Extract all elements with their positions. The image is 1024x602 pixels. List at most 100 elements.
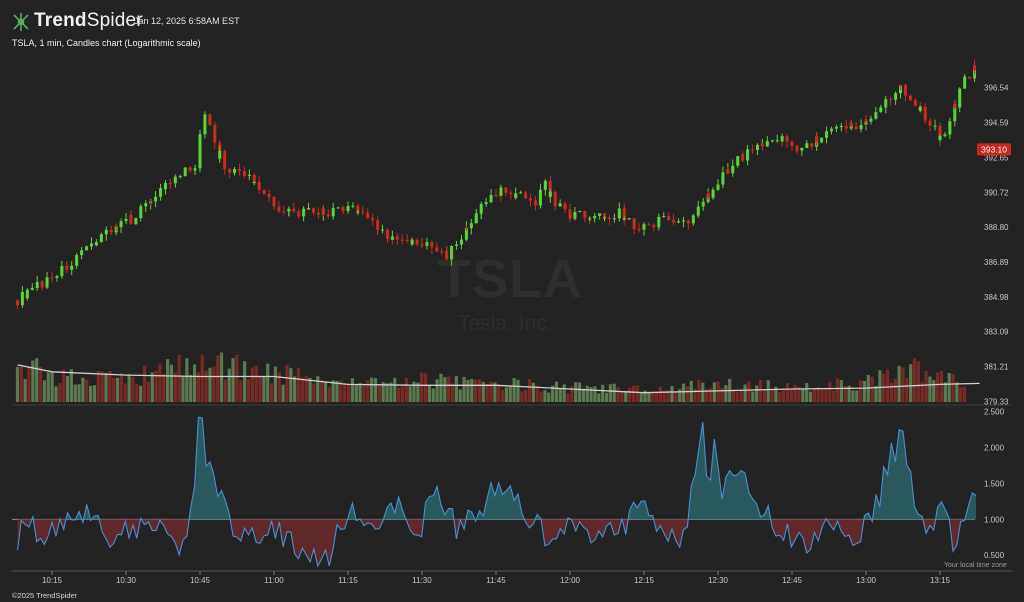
candle-body xyxy=(741,154,745,161)
candle-body xyxy=(746,149,750,161)
candle-body xyxy=(297,211,301,217)
oscillator-tick-label: 1.500 xyxy=(984,479,1005,488)
candle-body xyxy=(800,147,804,151)
candle-body xyxy=(553,191,557,207)
candle-body xyxy=(652,224,656,228)
candle-body xyxy=(514,193,518,198)
volume-bar xyxy=(601,384,605,402)
time-tick-label: 10:15 xyxy=(42,576,63,585)
candle-body xyxy=(795,150,799,152)
candle-body xyxy=(691,215,695,219)
volume-bar xyxy=(901,367,905,402)
candle-body xyxy=(469,223,473,229)
candle-body xyxy=(760,143,764,147)
oscillator-panel xyxy=(12,416,977,568)
volume-bar xyxy=(855,390,859,402)
volume-bar xyxy=(420,372,424,402)
volume-bar xyxy=(100,371,104,402)
candle-body xyxy=(464,227,468,229)
candle-body xyxy=(637,229,641,231)
candle-body xyxy=(35,282,39,288)
volume-bar xyxy=(92,385,97,402)
candle-body xyxy=(696,206,700,216)
volume-bar xyxy=(31,360,35,402)
volume-bar xyxy=(81,377,85,402)
candle-body xyxy=(617,208,621,219)
candle-body xyxy=(287,208,291,211)
volume-bar xyxy=(293,376,297,402)
volume-bar xyxy=(65,376,70,402)
volume-bar xyxy=(585,385,589,402)
volume-bar xyxy=(458,389,462,402)
candle-body xyxy=(755,144,759,151)
volume-bar xyxy=(870,376,874,402)
price-panel xyxy=(15,59,977,309)
candle-body xyxy=(163,183,167,190)
candle-body xyxy=(593,215,597,219)
candle-body xyxy=(237,168,241,171)
candle-body xyxy=(839,126,843,128)
volume-bar xyxy=(146,382,150,402)
volume-bar xyxy=(150,372,154,402)
volume-bar xyxy=(231,358,235,402)
volume-bar xyxy=(939,370,944,402)
candle-body xyxy=(450,246,454,260)
volume-bar xyxy=(119,373,124,402)
volume-bar xyxy=(574,382,578,402)
candle-body xyxy=(928,120,932,126)
volume-bar xyxy=(258,376,262,402)
volume-bar xyxy=(778,391,782,402)
candle-body xyxy=(70,265,74,270)
volume-bar xyxy=(724,385,728,402)
price-tick-label: 383.09 xyxy=(984,328,1009,337)
candle-body xyxy=(558,203,562,207)
candle-body xyxy=(874,112,878,119)
volume-bar xyxy=(520,391,524,402)
candle-body xyxy=(307,208,311,210)
volume-bar xyxy=(897,365,901,402)
time-tick-label: 12:15 xyxy=(634,576,655,585)
volume-bar xyxy=(608,384,612,402)
candle-body xyxy=(346,206,350,212)
volume-bar xyxy=(23,378,27,402)
time-tick-label: 11:30 xyxy=(412,576,432,585)
candle-body xyxy=(356,211,360,213)
oscillator-tick-label: 2.000 xyxy=(984,444,1005,453)
volume-bar xyxy=(936,372,940,402)
volume-bar xyxy=(851,390,855,402)
volume-bar xyxy=(200,354,204,402)
candle-body xyxy=(815,136,819,143)
candle-body xyxy=(509,192,513,195)
candle-body xyxy=(75,255,79,258)
candle-body xyxy=(361,211,365,213)
volume-bar xyxy=(512,377,516,402)
candle-body xyxy=(504,187,508,193)
volume-bar xyxy=(216,355,220,402)
chart-canvas[interactable]: 396.54394.59392.65390.72388.80386.89384.… xyxy=(0,0,1024,602)
candle-body xyxy=(489,195,493,203)
candle-body xyxy=(829,128,833,131)
volume-bar xyxy=(878,370,882,402)
volume-bar xyxy=(362,385,366,402)
volume-bar xyxy=(254,365,258,402)
volume-bar xyxy=(219,352,224,402)
volume-bar xyxy=(708,388,713,402)
candle-body xyxy=(198,140,202,169)
last-price-label: 393.10 xyxy=(981,144,1007,154)
candle-body xyxy=(864,119,868,122)
volume-bar xyxy=(720,387,724,402)
candle-body xyxy=(790,141,794,147)
volume-bar xyxy=(204,370,208,402)
volume-bar xyxy=(177,354,181,402)
volume-bar xyxy=(15,366,20,402)
price-tick-label: 379.33 xyxy=(984,397,1009,406)
volume-bar xyxy=(593,386,597,402)
candle-body xyxy=(765,141,769,147)
candle-body xyxy=(474,213,478,224)
volume-bar xyxy=(400,386,405,402)
volume-bar xyxy=(393,377,397,402)
candle-body xyxy=(277,206,281,212)
volume-bar xyxy=(131,377,135,402)
volume-bar xyxy=(243,361,247,402)
volume-bar xyxy=(312,383,316,402)
